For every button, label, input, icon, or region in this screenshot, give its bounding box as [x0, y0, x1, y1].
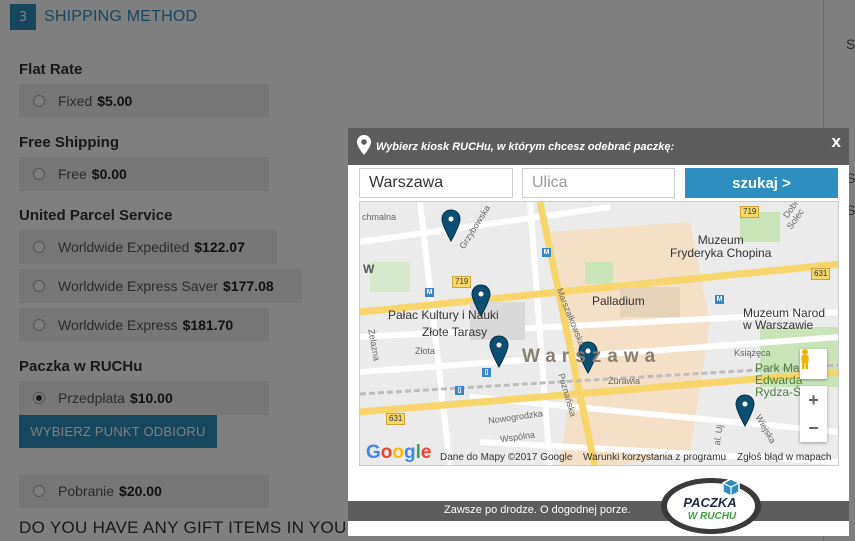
- train-icon: ▯: [482, 368, 491, 377]
- street-label: Książęca: [734, 348, 771, 358]
- district-label: Warszawa: [522, 346, 662, 367]
- place-label-palac-kultury: Pałac Kultury i Nauki: [388, 308, 499, 322]
- search-button[interactable]: szukaj >: [685, 168, 838, 198]
- street-label: chmalna: [362, 212, 397, 222]
- street-input[interactable]: [522, 168, 675, 198]
- place-label-muzeum-narodowe: Muzeum Narod w Warszawie: [743, 306, 826, 332]
- logo-text-top: PACZKA: [683, 495, 736, 510]
- location-pin-icon: [357, 135, 371, 155]
- road-number-badge: 719: [452, 276, 472, 288]
- zoom-out-button[interactable]: −: [800, 414, 827, 442]
- road-number-badge: 631: [386, 413, 406, 425]
- google-logo: Google: [366, 442, 432, 463]
- metro-icon: M: [425, 288, 434, 297]
- modal-footer: Zawsze po drodze. O dogodnej porze.: [348, 501, 849, 521]
- modal-header: Wybierz kiosk RUCHu, w którym chcesz ode…: [348, 128, 849, 165]
- metro-icon: M: [715, 295, 724, 304]
- footer-slogan: Zawsze po drodze. O dogodnej porze.: [444, 504, 631, 516]
- road-number-badge: 719: [740, 206, 760, 218]
- pegman-icon: [801, 349, 809, 369]
- train-icon: ▯: [455, 386, 464, 395]
- place-label-zlote-tarasy: Złote Tarasy: [422, 325, 488, 339]
- map-view[interactable]: chmalna Grzybowska Marszałkowska Żelazna…: [359, 201, 839, 466]
- map-attribution: Dane do Mapy ©2017 Google: [440, 452, 573, 463]
- pickup-point-modal: Wybierz kiosk RUCHu, w którym chcesz ode…: [348, 128, 849, 536]
- street-label: Żurawia: [608, 376, 641, 386]
- city-input[interactable]: [359, 168, 513, 198]
- paczka-w-ruchu-logo: PACZKA W RUCHU: [661, 478, 761, 534]
- close-icon[interactable]: x: [832, 132, 841, 152]
- zoom-in-button[interactable]: +: [800, 386, 827, 414]
- logo-text-bottom: W RUCHU: [688, 511, 737, 522]
- street-label: Złota: [415, 346, 436, 356]
- road-number-badge: 631: [811, 268, 831, 280]
- map-report-error-link[interactable]: Zgłoś błąd w mapach: [737, 452, 832, 463]
- modal-title: Wybierz kiosk RUCHu, w którym chcesz ode…: [376, 141, 675, 153]
- metro-icon: M: [542, 248, 551, 257]
- zoom-control: + −: [800, 386, 827, 442]
- place-label-muzeum-chopina: Muzeum Fryderyka Chopina: [670, 233, 772, 260]
- place-label-palladium: Palladium: [592, 294, 645, 308]
- street-view-pegman-icon[interactable]: [800, 349, 827, 379]
- map-letter: W: [363, 262, 375, 276]
- map-terms-link[interactable]: Warunki korzystania z programu: [583, 452, 726, 463]
